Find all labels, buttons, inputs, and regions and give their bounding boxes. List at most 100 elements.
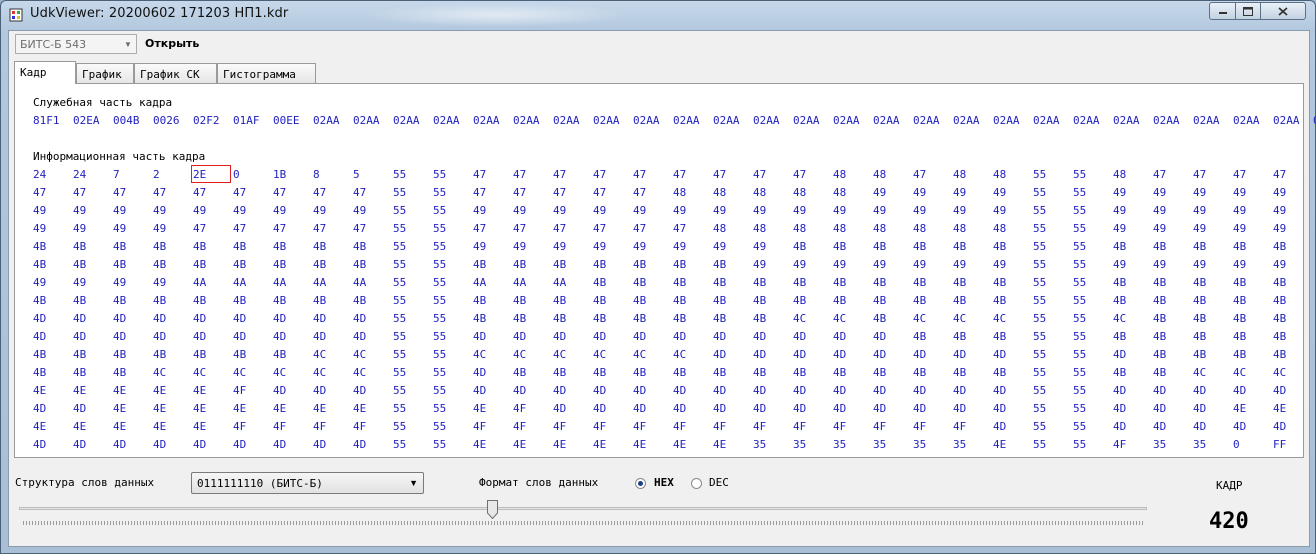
info-cell[interactable]: 4D	[1113, 348, 1126, 361]
info-cell[interactable]: 4B	[273, 240, 286, 253]
info-cell[interactable]: 4F	[873, 420, 886, 433]
info-cell[interactable]: 4B	[73, 240, 86, 253]
info-cell[interactable]: 55	[393, 240, 406, 253]
info-cell[interactable]: 49	[993, 204, 1006, 217]
info-cell[interactable]: 55	[1033, 312, 1046, 325]
info-cell[interactable]: 4D	[273, 330, 286, 343]
info-cell[interactable]: 47	[193, 186, 206, 199]
info-cell[interactable]: 4B	[193, 294, 206, 307]
info-cell[interactable]: 4D	[1273, 420, 1286, 433]
info-cell[interactable]: 4D	[1113, 402, 1126, 415]
info-cell[interactable]: 4B	[193, 348, 206, 361]
info-cell[interactable]: 4B	[313, 258, 326, 271]
info-cell[interactable]: 4D	[753, 330, 766, 343]
info-cell[interactable]: 4D	[873, 402, 886, 415]
info-cell[interactable]: 4F	[553, 420, 566, 433]
info-cell[interactable]: 49	[1193, 204, 1206, 217]
info-cell[interactable]: 4D	[113, 330, 126, 343]
info-cell[interactable]: 4B	[1273, 348, 1286, 361]
info-cell[interactable]: 4B	[913, 294, 926, 307]
info-cell[interactable]: 4B	[713, 258, 726, 271]
info-cell[interactable]: 55	[393, 186, 406, 199]
info-cell[interactable]: 49	[1113, 204, 1126, 217]
info-cell[interactable]: 4D	[1193, 402, 1206, 415]
info-cell[interactable]: 49	[1113, 222, 1126, 235]
info-cell[interactable]: 4D	[233, 312, 246, 325]
info-cell[interactable]: 4B	[1153, 294, 1166, 307]
info-cell[interactable]: 4B	[553, 258, 566, 271]
info-cell[interactable]: 4B	[113, 366, 126, 379]
info-cell[interactable]: 4B	[153, 294, 166, 307]
info-cell[interactable]: 4D	[673, 402, 686, 415]
info-cell[interactable]: 4D	[33, 402, 46, 415]
hex-radio[interactable]	[635, 478, 646, 489]
info-cell[interactable]: 4B	[33, 294, 46, 307]
info-cell[interactable]: 4D	[873, 384, 886, 397]
info-cell[interactable]: 4B	[713, 294, 726, 307]
tab-histogram[interactable]: Гистограмма	[217, 63, 316, 83]
info-cell[interactable]: 47	[473, 168, 486, 181]
info-cell[interactable]: 4B	[793, 276, 806, 289]
info-cell[interactable]: 4D	[993, 420, 1006, 433]
info-cell[interactable]: 48	[953, 168, 966, 181]
info-cell[interactable]: 55	[1073, 384, 1086, 397]
info-cell[interactable]: 24	[73, 168, 86, 181]
info-cell[interactable]: 49	[233, 204, 246, 217]
info-cell[interactable]: 4D	[953, 348, 966, 361]
info-cell[interactable]: 4B	[553, 294, 566, 307]
info-cell[interactable]: 48	[753, 186, 766, 199]
info-cell[interactable]: 4D	[273, 312, 286, 325]
open-button[interactable]: Открыть	[145, 37, 199, 50]
info-cell[interactable]: 4B	[313, 294, 326, 307]
info-cell[interactable]: 48	[913, 222, 926, 235]
info-cell[interactable]: 4D	[873, 348, 886, 361]
info-cell[interactable]: 49	[1233, 186, 1246, 199]
info-cell[interactable]: 4E	[233, 402, 246, 415]
info-cell[interactable]: 4B	[1233, 276, 1246, 289]
info-cell[interactable]: 4D	[1153, 384, 1166, 397]
info-cell[interactable]: 4B	[753, 276, 766, 289]
info-cell[interactable]: 4C	[313, 366, 326, 379]
info-cell[interactable]: 48	[753, 222, 766, 235]
info-cell[interactable]: 55	[1073, 348, 1086, 361]
info-cell[interactable]: 4B	[513, 294, 526, 307]
info-cell[interactable]: 4B	[873, 276, 886, 289]
info-cell[interactable]: 55	[433, 294, 446, 307]
info-cell[interactable]: 47	[313, 186, 326, 199]
info-cell[interactable]: 35	[953, 438, 966, 451]
info-cell[interactable]: 47	[593, 186, 606, 199]
info-cell[interactable]: 49	[873, 204, 886, 217]
info-cell[interactable]: 4B	[353, 258, 366, 271]
info-cell[interactable]: 4B	[873, 366, 886, 379]
info-cell[interactable]: 4B	[873, 294, 886, 307]
info-cell[interactable]: 4D	[1193, 384, 1206, 397]
info-cell[interactable]: 4B	[473, 258, 486, 271]
info-cell[interactable]: 4D	[473, 366, 486, 379]
info-cell[interactable]: 4F	[353, 420, 366, 433]
info-cell[interactable]: 55	[1033, 204, 1046, 217]
info-cell[interactable]: 4B	[113, 240, 126, 253]
info-cell[interactable]: 48	[713, 222, 726, 235]
info-cell[interactable]: 4D	[1153, 420, 1166, 433]
info-cell[interactable]: 4A	[553, 276, 566, 289]
info-cell[interactable]: 49	[713, 240, 726, 253]
info-cell[interactable]: 49	[673, 240, 686, 253]
info-cell[interactable]: 4D	[953, 402, 966, 415]
info-cell[interactable]: 4B	[873, 312, 886, 325]
info-cell[interactable]: 4E	[553, 438, 566, 451]
info-cell[interactable]: 4B	[753, 312, 766, 325]
info-cell[interactable]: 4C	[1273, 366, 1286, 379]
info-cell[interactable]: 8	[313, 168, 320, 181]
info-cell[interactable]: 2	[153, 168, 160, 181]
info-cell[interactable]: 55	[433, 276, 446, 289]
info-cell[interactable]: 49	[33, 204, 46, 217]
frame-slider-track[interactable]	[19, 507, 1147, 510]
info-cell[interactable]: 4E	[353, 402, 366, 415]
info-cell[interactable]: 49	[1273, 258, 1286, 271]
info-cell[interactable]: 47	[233, 222, 246, 235]
info-cell[interactable]: 55	[393, 312, 406, 325]
info-cell[interactable]: 7	[113, 168, 120, 181]
info-cell[interactable]: 4B	[353, 240, 366, 253]
info-cell[interactable]: 4B	[633, 258, 646, 271]
info-cell[interactable]: 47	[1193, 168, 1206, 181]
